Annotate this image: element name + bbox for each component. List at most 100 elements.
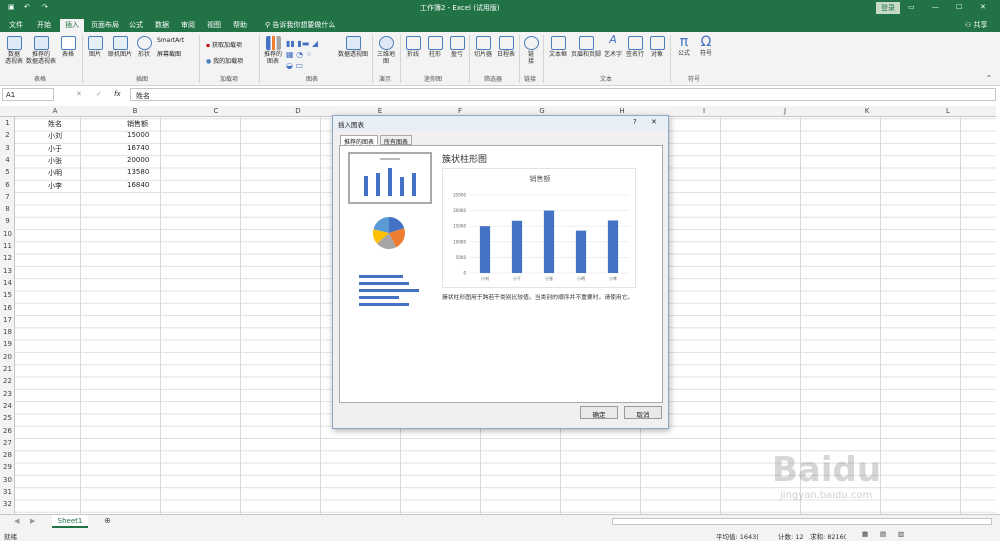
row-header[interactable]: 20	[0, 353, 15, 361]
row-header[interactable]: 13	[0, 267, 15, 275]
formula-input[interactable]: 姓名	[130, 88, 996, 101]
login-button[interactable]: 登录	[876, 2, 900, 14]
page-layout-view-icon[interactable]: ▤	[880, 530, 886, 538]
picture-button[interactable]: 图片	[86, 36, 104, 58]
column-header[interactable]: I	[664, 107, 744, 115]
enter-icon[interactable]: ✓	[96, 90, 102, 98]
row-header[interactable]: 12	[0, 254, 15, 262]
column-header[interactable]: H	[582, 107, 662, 115]
row-header[interactable]: 22	[0, 377, 15, 385]
prev-sheet-icon[interactable]: ◀	[14, 517, 19, 525]
chart-type-gallery[interactable]: ▮▮ ▮▬ ◢ ▦ ◔ ⁘ ◒ ▭	[286, 38, 334, 72]
save-icon[interactable]: ▣	[8, 3, 15, 11]
next-sheet-icon[interactable]: ▶	[30, 517, 35, 525]
wordart-button[interactable]: A 艺术字	[602, 34, 624, 58]
maximize-icon[interactable]: ☐	[956, 3, 962, 11]
row-header[interactable]: 5	[0, 168, 15, 176]
row-header[interactable]: 9	[0, 217, 15, 225]
column-header[interactable]: A	[15, 107, 95, 115]
column-header[interactable]: D	[258, 107, 338, 115]
cell[interactable]: 16740	[127, 144, 149, 152]
ribbon-options-icon[interactable]: ▭	[908, 3, 915, 11]
column-sparkline-button[interactable]: 柱形	[425, 36, 445, 58]
column-header[interactable]: C	[176, 107, 256, 115]
row-header[interactable]: 26	[0, 427, 15, 435]
undo-icon[interactable]: ↶	[24, 3, 30, 11]
row-header[interactable]: 10	[0, 230, 15, 238]
row-header[interactable]: 6	[0, 181, 15, 189]
row-header[interactable]: 28	[0, 451, 15, 459]
cell[interactable]: 小张	[48, 156, 62, 166]
normal-view-icon[interactable]: ▦	[862, 530, 868, 538]
sheet-tab[interactable]: Sheet1	[52, 515, 88, 528]
column-header[interactable]: G	[502, 107, 582, 115]
row-header[interactable]: 1	[0, 119, 15, 127]
column-header[interactable]: L	[908, 107, 988, 115]
recommended-charts-button[interactable]: 推荐的 图表	[262, 36, 284, 65]
tab-data[interactable]: 数据	[150, 19, 174, 32]
smartart-button[interactable]: SmartArt	[157, 37, 184, 44]
link-button[interactable]: 链 接	[522, 36, 540, 65]
name-box[interactable]: A1	[2, 88, 54, 101]
row-header[interactable]: 14	[0, 279, 15, 287]
close-icon[interactable]: ✕	[980, 3, 986, 11]
row-header[interactable]: 11	[0, 242, 15, 250]
row-header[interactable]: 19	[0, 340, 15, 348]
tab-recommended-charts[interactable]: 推荐的图表	[340, 135, 379, 146]
cell[interactable]: 销售额	[127, 119, 148, 129]
cell[interactable]: 姓名	[48, 119, 62, 129]
my-addins-button[interactable]: ● 我的加载项	[206, 56, 243, 65]
column-header[interactable]: B	[95, 107, 175, 115]
row-header[interactable]: 32	[0, 500, 15, 508]
row-header[interactable]: 25	[0, 414, 15, 422]
tab-review[interactable]: 审阅	[176, 19, 200, 32]
add-sheet-icon[interactable]: ⊕	[104, 516, 111, 525]
slicer-button[interactable]: 切片器	[472, 36, 494, 58]
row-header[interactable]: 8	[0, 205, 15, 213]
column-header[interactable]: F	[420, 107, 500, 115]
thumb-bar[interactable]	[348, 264, 432, 316]
map-3d-button[interactable]: 三维地 图	[375, 36, 397, 65]
timeline-button[interactable]: 日程表	[495, 36, 517, 58]
tab-insert[interactable]: 插入	[60, 19, 84, 32]
cell[interactable]: 15000	[127, 131, 149, 139]
row-header[interactable]: 21	[0, 365, 15, 373]
row-header[interactable]: 4	[0, 156, 15, 164]
page-break-view-icon[interactable]: ▥	[898, 530, 904, 538]
thumb-clustered-column[interactable]	[348, 152, 432, 204]
cell[interactable]: 小李	[48, 181, 62, 191]
table-button[interactable]: 表格	[58, 36, 78, 58]
row-header[interactable]: 7	[0, 193, 15, 201]
share-button[interactable]: ⚇ 共享	[960, 19, 993, 32]
cancel-button[interactable]: 取消	[624, 406, 662, 419]
tab-page-layout[interactable]: 页面布局	[86, 19, 124, 32]
cell[interactable]: 小明	[48, 168, 62, 178]
cell[interactable]: 13580	[127, 168, 149, 176]
tab-home[interactable]: 开始	[32, 19, 56, 32]
fx-icon[interactable]: fx	[114, 90, 121, 98]
thumb-pie[interactable]	[348, 208, 432, 260]
online-picture-button[interactable]: 联机图片	[106, 36, 134, 58]
tab-help[interactable]: 帮助	[228, 19, 252, 32]
row-header[interactable]: 31	[0, 488, 15, 496]
column-header[interactable]: K	[827, 107, 907, 115]
collapse-ribbon-icon[interactable]: ⌃	[986, 74, 992, 82]
cell[interactable]: 小于	[48, 144, 62, 154]
row-header[interactable]: 24	[0, 402, 15, 410]
row-header[interactable]: 3	[0, 144, 15, 152]
line-sparkline-button[interactable]: 折线	[403, 36, 423, 58]
tell-me-search[interactable]: ⚲ 告诉我你想要做什么	[260, 19, 340, 32]
equation-button[interactable]: π 公式	[674, 34, 694, 57]
row-header[interactable]: 27	[0, 439, 15, 447]
tab-all-charts[interactable]: 所有图表	[380, 135, 413, 146]
redo-icon[interactable]: ↷	[42, 3, 48, 11]
minimize-icon[interactable]: —	[932, 3, 939, 11]
row-header[interactable]: 17	[0, 316, 15, 324]
row-header[interactable]: 29	[0, 463, 15, 471]
cell[interactable]: 20000	[127, 156, 149, 164]
tab-view[interactable]: 视图	[202, 19, 226, 32]
get-addins-button[interactable]: ▪ 获取加载项	[206, 40, 242, 49]
textbox-button[interactable]: 文本框	[546, 36, 570, 58]
recommended-pivot-button[interactable]: 推荐的 数据透视表	[26, 36, 56, 65]
column-header[interactable]: J	[745, 107, 825, 115]
